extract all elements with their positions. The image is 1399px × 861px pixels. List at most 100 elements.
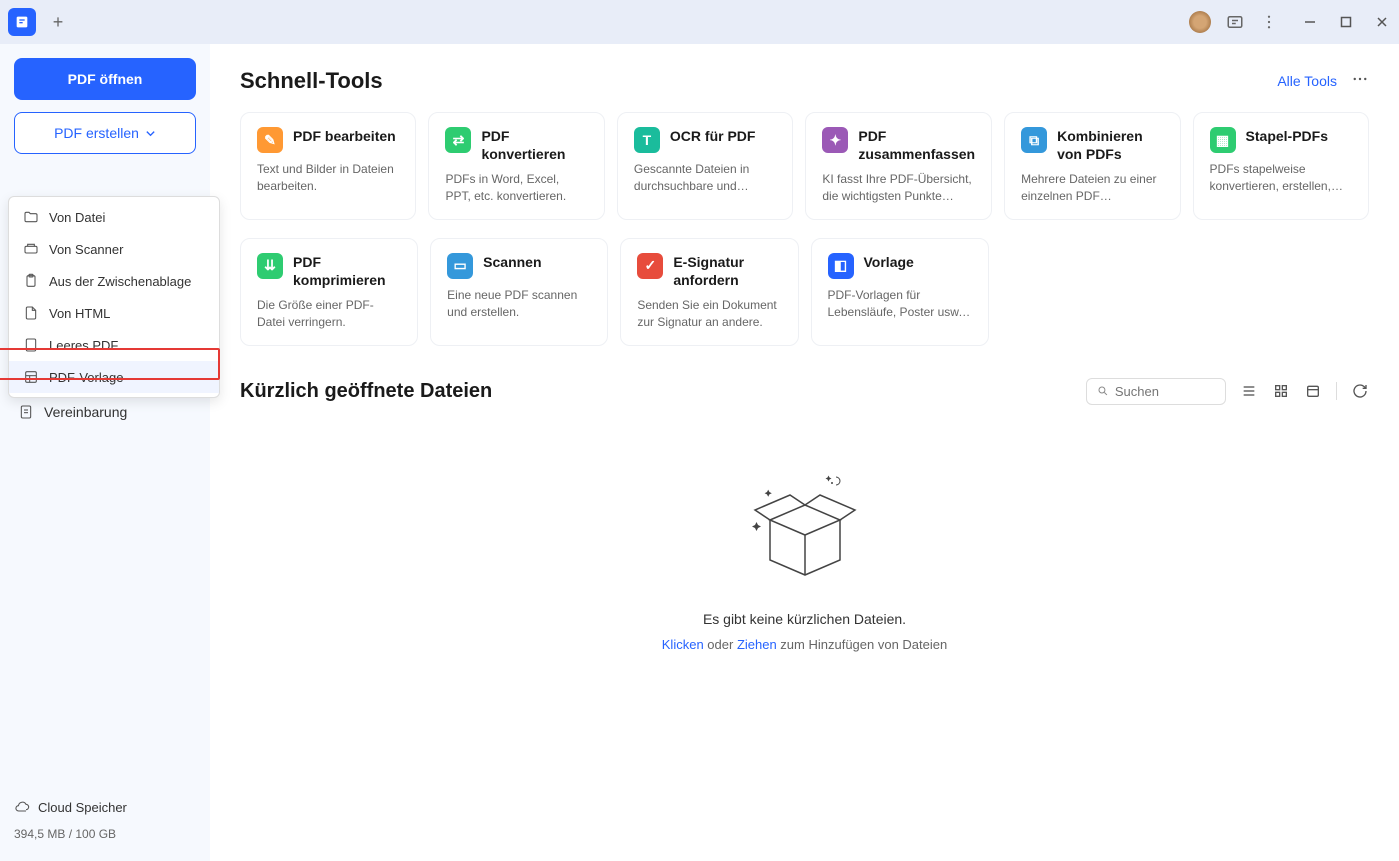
tool-title: PDF zusammenfassen	[858, 127, 975, 163]
kebab-menu-icon[interactable]	[1259, 12, 1279, 32]
ocr-icon: T	[634, 127, 660, 153]
close-button[interactable]	[1373, 13, 1391, 31]
tool-desc: Text und Bilder in Dateien bearbeiten.	[257, 161, 399, 195]
empty-state: Es gibt keine kürzlichen Dateien. Klicke…	[240, 425, 1369, 692]
convert-icon: ⇄	[445, 127, 471, 153]
recent-controls	[1086, 378, 1369, 405]
tool-desc: Gescannte Dateien in durchsuchbare und b…	[634, 161, 776, 195]
cloud-icon	[14, 799, 30, 815]
tool-summarize-pdf[interactable]: ✦PDF zusammenfassen KI fasst Ihre PDF-Üb…	[805, 112, 992, 220]
search-input[interactable]	[1115, 384, 1215, 399]
signature-icon: ✓	[637, 253, 663, 279]
sidebar: PDF öffnen PDF erstellen Von Datei Von S…	[0, 44, 210, 861]
quicktools-actions: Alle Tools	[1277, 70, 1369, 93]
cloud-storage-label: Cloud Speicher	[38, 800, 127, 815]
scanner-icon	[23, 241, 39, 257]
dropdown-pdf-template[interactable]: PDF-Vorlage	[9, 361, 219, 393]
dropdown-from-html[interactable]: Von HTML	[9, 297, 219, 329]
tool-desc: KI fasst Ihre PDF-Übersicht, die wichtig…	[822, 171, 975, 205]
quicktools-title: Schnell-Tools	[240, 68, 383, 94]
search-icon	[1097, 384, 1109, 398]
dropdown-from-scanner[interactable]: Von Scanner	[9, 233, 219, 265]
tool-esignature[interactable]: ✓ E-Signatur anfordern Senden Sie ein Dok…	[620, 238, 798, 346]
tool-batch-pdf[interactable]: ▦Stapel-PDFs PDFs stapelweise konvertier…	[1193, 112, 1369, 220]
batch-icon: ▦	[1210, 127, 1236, 153]
titlebar-right	[1189, 11, 1391, 33]
refresh-icon[interactable]	[1351, 382, 1369, 400]
recent-header: Kürzlich geöffnete Dateien	[240, 378, 1369, 405]
empty-action: Klicken oder Ziehen zum Hinzufügen von D…	[662, 637, 947, 652]
tool-edit-pdf[interactable]: ✎ PDF bearbeiten Text und Bilder in Datei…	[240, 112, 416, 220]
recent-section: Kürzlich geöffnete Dateien	[240, 378, 1369, 692]
app-logo-icon[interactable]	[8, 8, 36, 36]
empty-title: Es gibt keine kürzlichen Dateien.	[703, 611, 906, 627]
create-pdf-label: PDF erstellen	[54, 125, 139, 141]
maximize-button[interactable]	[1337, 13, 1355, 31]
tool-desc: PDF-Vorlagen für Lebensläufe, Poster usw…	[828, 287, 972, 321]
create-pdf-dropdown: Von Datei Von Scanner Aus der Zwischenab…	[8, 196, 220, 398]
quicktools-header: Schnell-Tools Alle Tools	[240, 68, 1369, 94]
dropdown-label: Von HTML	[49, 306, 110, 321]
calendar-icon[interactable]	[1304, 382, 1322, 400]
drag-link[interactable]: Ziehen	[737, 637, 777, 652]
empty-box-icon	[740, 465, 870, 595]
tool-desc: Die Größe einer PDF-Datei verringern.	[257, 297, 401, 331]
tool-scan[interactable]: ▭ Scannen Eine neue PDF scannen und erste…	[430, 238, 608, 346]
tool-title: Stapel-PDFs	[1246, 127, 1328, 145]
dropdown-label: Von Scanner	[49, 242, 123, 257]
tool-desc: Senden Sie ein Dokument zur Signatur an …	[637, 297, 781, 331]
dropdown-from-clipboard[interactable]: Aus der Zwischenablage	[9, 265, 219, 297]
tool-convert-pdf[interactable]: ⇄ PDF konvertieren PDFs in Word, Excel, P…	[428, 112, 604, 220]
dropdown-from-file[interactable]: Von Datei	[9, 201, 219, 233]
feedback-icon[interactable]	[1225, 12, 1245, 32]
tool-compress-pdf[interactable]: ⇊PDF komprimieren Die Größe einer PDF-Da…	[240, 238, 418, 346]
tool-title: PDF bearbeiten	[293, 127, 396, 145]
tool-template[interactable]: ◧Vorlage PDF-Vorlagen für Lebensläufe, P…	[811, 238, 989, 346]
edit-icon: ✎	[257, 127, 283, 153]
tool-ocr-pdf[interactable]: TOCR für PDF Gescannte Dateien in durchs…	[617, 112, 793, 220]
suffix-text: zum Hinzufügen von Dateien	[777, 637, 948, 652]
content: Schnell-Tools Alle Tools ✎ PDF bearbeiten…	[210, 44, 1399, 861]
click-link[interactable]: Klicken	[662, 637, 704, 652]
tool-combine-pdf[interactable]: ⧉ Kombinieren von PDFs Mehrere Dateien zu…	[1004, 112, 1180, 220]
create-pdf-button[interactable]: PDF erstellen	[14, 112, 196, 154]
tool-title: E-Signatur anfordern	[673, 253, 781, 289]
open-pdf-button[interactable]: PDF öffnen	[14, 58, 196, 100]
list-view-icon[interactable]	[1240, 382, 1258, 400]
template-icon	[23, 369, 39, 385]
sidebar-link-label: Vereinbarung	[44, 404, 127, 420]
dropdown-label: Aus der Zwischenablage	[49, 274, 191, 289]
dropdown-blank-pdf[interactable]: Leeres PDF	[9, 329, 219, 361]
new-tab-button[interactable]: +	[44, 8, 72, 36]
more-icon[interactable]	[1351, 70, 1369, 93]
search-box[interactable]	[1086, 378, 1226, 405]
grid-view-icon[interactable]	[1272, 382, 1290, 400]
tool-desc: Mehrere Dateien zu einer einzelnen PDF z…	[1021, 171, 1163, 205]
tool-grid-row2: ⇊PDF komprimieren Die Größe einer PDF-Da…	[240, 238, 1369, 346]
user-avatar[interactable]	[1189, 11, 1211, 33]
sidebar-agreement-link[interactable]: Vereinbarung	[14, 396, 196, 428]
minimize-button[interactable]	[1301, 13, 1319, 31]
recent-title: Kürzlich geöffnete Dateien	[240, 380, 492, 403]
compress-icon: ⇊	[257, 253, 283, 279]
tool-desc: PDFs in Word, Excel, PPT, etc. konvertie…	[445, 171, 587, 205]
tool-title: PDF konvertieren	[481, 127, 587, 163]
clipboard-icon	[23, 273, 39, 289]
dropdown-label: Leeres PDF	[49, 338, 118, 353]
chevron-down-icon	[145, 128, 156, 139]
cloud-storage-row[interactable]: Cloud Speicher	[14, 793, 196, 821]
tool-desc: Eine neue PDF scannen und erstellen.	[447, 287, 591, 321]
scan-icon: ▭	[447, 253, 473, 279]
titlebar: +	[0, 0, 1399, 44]
folder-icon	[23, 209, 39, 225]
or-text: oder	[704, 637, 737, 652]
window-controls	[1301, 13, 1391, 31]
tool-title: Kombinieren von PDFs	[1057, 127, 1163, 163]
document-icon	[18, 404, 34, 420]
combine-icon: ⧉	[1021, 127, 1047, 153]
tool-title: Vorlage	[864, 253, 914, 271]
divider	[1336, 382, 1337, 400]
storage-usage-text: 394,5 MB / 100 GB	[14, 821, 196, 847]
all-tools-link[interactable]: Alle Tools	[1277, 73, 1337, 89]
tool-title: Scannen	[483, 253, 541, 271]
